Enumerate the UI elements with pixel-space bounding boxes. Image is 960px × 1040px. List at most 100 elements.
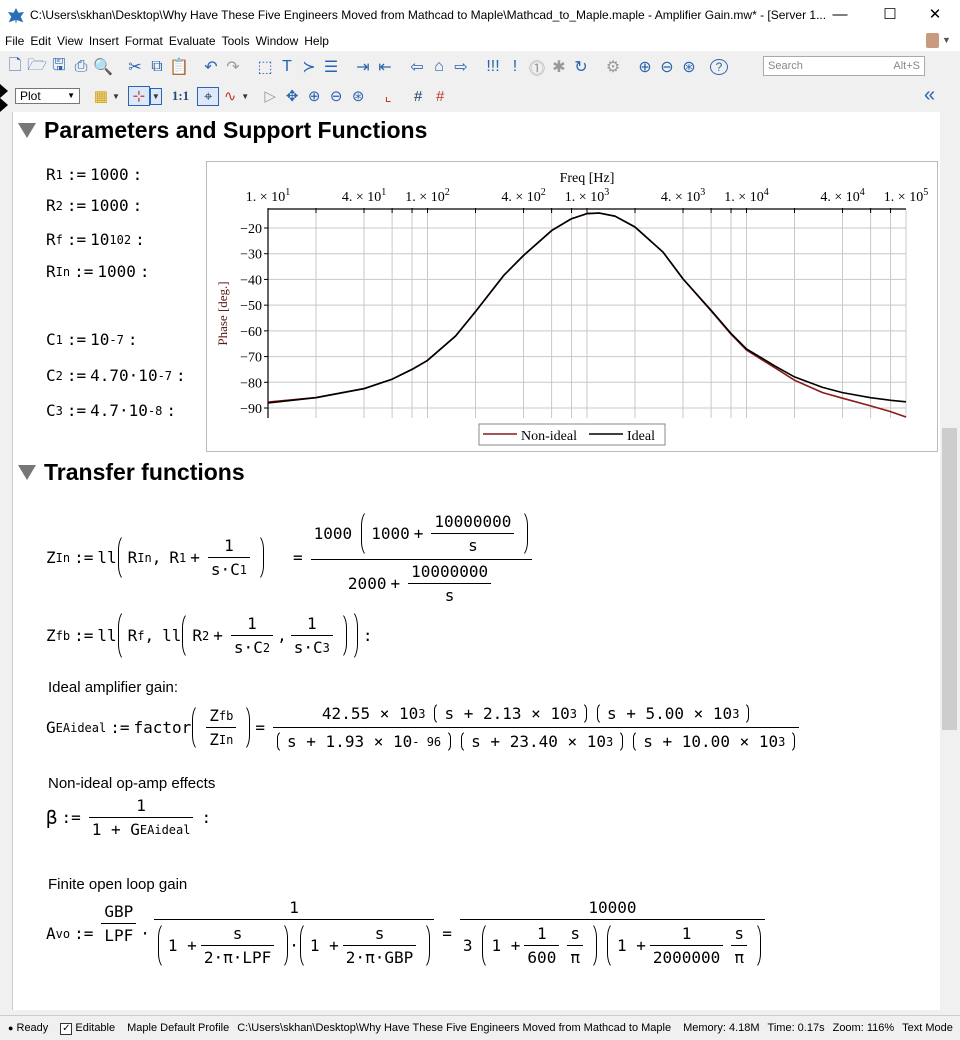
new-document-icon[interactable]: 🗋 — [4, 54, 26, 81]
menu-view[interactable]: View — [54, 32, 86, 51]
undo-icon[interactable]: ↶ — [200, 57, 222, 77]
y-tick-label: −50 — [240, 299, 262, 314]
close-button[interactable]: ✕ — [915, 4, 955, 28]
y-axis-title: Phase [deg.] — [215, 281, 230, 345]
zoom-reset-icon[interactable]: ⊛ — [678, 57, 700, 77]
curve-style-dropdown-icon[interactable]: ▼ — [241, 92, 249, 101]
menu-help[interactable]: Help — [301, 32, 332, 51]
curve-style-icon[interactable]: ∿ — [219, 87, 241, 105]
print-icon[interactable]: ⎙ — [70, 58, 92, 76]
back-icon[interactable]: ⇦ — [406, 57, 428, 77]
g-eaideal-expression[interactable]: G EAideal:= factor Zfb Z In = 42.55 × 10 3 s… — [46, 702, 803, 753]
param-r2[interactable]: R 2:= 1000: — [46, 196, 146, 215]
gridlines-toggle-icon[interactable]: # — [429, 88, 451, 105]
menu-bar: File Edit View Insert Format Evaluate To… — [0, 32, 960, 51]
open-loop-label: Finite open loop gain — [48, 876, 188, 893]
collapse-triangle-icon[interactable] — [18, 465, 36, 480]
grid-layout-icon[interactable]: ▦ — [90, 87, 112, 105]
help-icon[interactable]: ? — [710, 59, 728, 75]
indent-icon[interactable]: ⇥ — [352, 57, 374, 77]
gridlines-icon[interactable]: # — [407, 88, 429, 105]
cut-icon[interactable]: ✂ — [124, 57, 146, 77]
paste-icon[interactable]: 📋 — [168, 57, 190, 77]
menu-window[interactable]: Window — [253, 32, 302, 51]
math-mode-icon[interactable]: ≻ — [298, 57, 320, 77]
zoom-in-icon[interactable]: ⊕ — [634, 57, 656, 77]
one-to-one-button[interactable]: 1:1 — [172, 88, 189, 104]
print-preview-icon[interactable]: 🔍 — [92, 57, 114, 77]
param-rin[interactable]: R In:= 1000: — [46, 262, 154, 281]
menu-format[interactable]: Format — [122, 32, 166, 51]
home-icon[interactable]: ⌂ — [428, 58, 450, 76]
phase-plot[interactable]: −20 −30 −40 −50 −60 −70 −80 −90 1. × 101 4. × 101… — [206, 161, 938, 452]
expand-left-icon[interactable] — [0, 84, 8, 98]
y-tick-label: −60 — [240, 325, 262, 340]
debug-icon[interactable]: ✱ — [548, 57, 570, 77]
x-tick-label: 1. × 105 — [884, 187, 928, 205]
search-input[interactable]: Search Alt+S — [763, 56, 925, 76]
legend-label: Ideal — [627, 429, 655, 444]
plot-context-select[interactable]: Plot ▼ — [15, 88, 80, 104]
zfb-expression[interactable]: Zfb:= ll Rf, ll R 2 + 1 s·C 2, 1 s·C 3 : — [46, 610, 376, 661]
section-heading-transfer[interactable]: Transfer functions — [18, 459, 245, 486]
interrupt-icon[interactable]: ⓵ — [526, 55, 548, 79]
avo-expression[interactable]: Avo:= GBP LPF · 1 1 + s 2·π·LPF · 1 + s 2·π·GBP… — [46, 898, 769, 969]
x-tick-label: 1. × 102 — [405, 187, 449, 205]
copy-icon[interactable]: ⧉ — [146, 58, 168, 76]
open-icon[interactable]: 🗁 — [26, 54, 48, 81]
avatar-dropdown-icon[interactable]: ▼ — [942, 35, 951, 45]
axes-style-icon[interactable]: ⊹ — [127, 86, 150, 106]
plot-zoom-fit-icon[interactable]: ⊛ — [347, 87, 369, 105]
redo-icon[interactable]: ↷ — [222, 57, 244, 77]
window-title: C:\Users\skhan\Desktop\Why Have These Fi… — [30, 8, 827, 22]
connect-icon[interactable]: ⚙ — [602, 57, 624, 77]
axes-style-dropdown-icon[interactable]: ▼ — [149, 87, 162, 105]
execution-group-icon[interactable]: ☰ — [320, 57, 342, 77]
execute-icon[interactable]: ! — [504, 58, 526, 76]
menu-tools[interactable]: Tools — [219, 32, 253, 51]
status-bar: ● Ready ✓ Editable Maple Default Profile… — [0, 1015, 960, 1040]
maximize-button[interactable]: ☐ — [870, 4, 910, 28]
save-icon[interactable]: 🖫 — [48, 54, 70, 81]
editable-toggle[interactable]: ✓ Editable — [60, 1022, 115, 1035]
menu-file[interactable]: File — [0, 32, 27, 51]
axis-scale-icon[interactable]: ⌞ — [377, 87, 399, 105]
param-c2[interactable]: C 2:= 4.70·10 -7: — [46, 366, 190, 385]
user-avatar[interactable] — [926, 33, 939, 48]
plot-zoom-in-icon[interactable]: ⊕ — [303, 87, 325, 105]
search-shortcut: Alt+S — [893, 60, 920, 72]
grid-layout-dropdown-icon[interactable]: ▼ — [112, 92, 120, 101]
zoom-out-icon[interactable]: ⊖ — [656, 57, 678, 77]
x-tick-label: 1. × 104 — [724, 187, 768, 205]
pointer-icon[interactable]: ▷ — [259, 87, 281, 105]
beta-expression[interactable]: β:= 11 + G EAideal : — [46, 796, 215, 839]
plot-zoom-out-icon[interactable]: ⊖ — [325, 87, 347, 105]
outdent-icon[interactable]: ⇤ — [374, 57, 396, 77]
text-mode-icon[interactable]: T — [276, 58, 298, 76]
status-path: C:\Users\skhan\Desktop\Why Have These Fi… — [237, 1022, 672, 1034]
collapse-triangle-icon[interactable] — [18, 123, 36, 138]
status-ready: ● Ready — [8, 1022, 49, 1034]
restart-icon[interactable]: ↻ — [570, 57, 592, 77]
param-rf[interactable]: Rf:= 10 102: — [46, 230, 149, 249]
text-region-icon[interactable]: ⬚ — [254, 57, 276, 77]
menu-edit[interactable]: Edit — [27, 32, 54, 51]
scrollbar-thumb[interactable] — [942, 428, 957, 730]
menu-insert[interactable]: Insert — [86, 32, 122, 51]
status-zoom: Zoom: 116% — [832, 1022, 895, 1034]
execute-all-icon[interactable]: !!! — [482, 58, 504, 76]
section-heading-parameters[interactable]: Parameters and Support Functions — [18, 117, 427, 144]
status-mode[interactable]: Text Mode — [902, 1022, 953, 1034]
param-r1[interactable]: R 1:= 1000: — [46, 165, 146, 184]
menu-evaluate[interactable]: Evaluate — [166, 32, 219, 51]
x-tick-label: 4. × 101 — [342, 187, 386, 205]
zin-expression[interactable]: Z In:= ll R In, R 1 + 1 s·C 1 = 1000 1000 + 100… — [46, 510, 536, 605]
param-c1[interactable]: C 1:= 10 -7: — [46, 330, 142, 349]
param-c3[interactable]: C 3:= 4.7·10 -8: — [46, 401, 180, 420]
pan-icon[interactable]: ✥ — [281, 87, 303, 105]
minimize-button[interactable]: — — [820, 4, 860, 28]
expand-left-icon-2[interactable] — [0, 98, 8, 112]
collapse-toolbar-button[interactable]: « — [924, 84, 935, 107]
forward-icon[interactable]: ⇨ — [450, 57, 472, 77]
point-probe-icon[interactable]: ⌖ — [197, 86, 220, 106]
